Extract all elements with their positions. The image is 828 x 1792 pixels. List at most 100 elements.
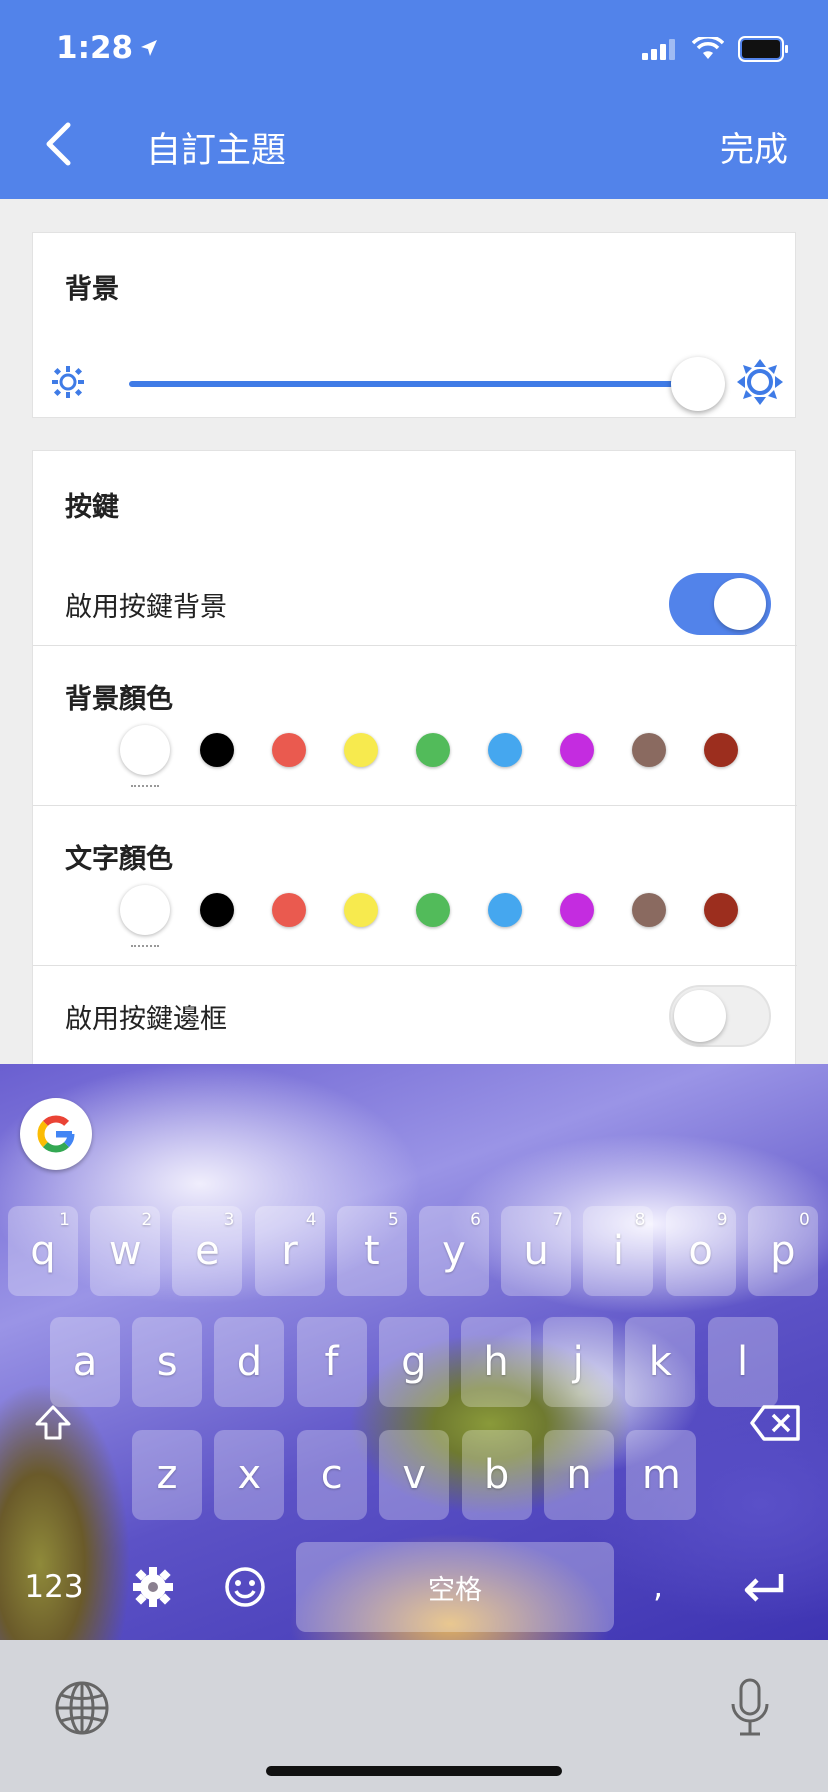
- toggle-knob: [714, 578, 766, 630]
- key-n[interactable]: n: [544, 1430, 614, 1520]
- enable-key-border-row[interactable]: 啟用按鍵邊框: [33, 965, 797, 1065]
- key-b[interactable]: b: [461, 1430, 532, 1520]
- key-label: j: [572, 1339, 584, 1385]
- color-swatch[interactable]: [632, 733, 666, 767]
- key-j[interactable]: j: [543, 1317, 614, 1407]
- key-hint: 7: [552, 1210, 564, 1230]
- slider-track[interactable]: [129, 381, 709, 387]
- keyboard-preview: 123 空格 , q1w2e3r4t5y6u7i8o9p0asdfghjklzx…: [0, 1064, 828, 1640]
- brightness-slider[interactable]: [51, 353, 783, 413]
- chevron-left-icon: [46, 122, 71, 166]
- color-swatch[interactable]: [560, 733, 594, 767]
- key-h[interactable]: h: [461, 1317, 531, 1407]
- key-f[interactable]: f: [296, 1317, 367, 1407]
- key-w[interactable]: w2: [90, 1206, 161, 1296]
- color-swatch[interactable]: [560, 893, 594, 927]
- color-swatch[interactable]: [416, 733, 450, 767]
- keys-card: 按鍵 啟用按鍵背景 背景顏色 文字顏色 啟用按鍵邊框: [32, 450, 797, 1070]
- key-a[interactable]: a: [50, 1317, 120, 1407]
- cellular-signal-icon: [642, 39, 675, 60]
- key-e[interactable]: e3: [172, 1206, 243, 1296]
- key-z[interactable]: z: [132, 1430, 202, 1520]
- microphone-button[interactable]: [730, 1678, 770, 1742]
- key-q[interactable]: q1: [8, 1206, 78, 1296]
- color-swatch[interactable]: [632, 893, 666, 927]
- globe-button[interactable]: [54, 1680, 110, 1740]
- key-d[interactable]: d: [214, 1317, 285, 1407]
- key-label: s: [156, 1339, 178, 1385]
- color-swatch[interactable]: [120, 725, 170, 775]
- comma-key[interactable]: ,: [626, 1542, 690, 1632]
- color-swatch[interactable]: [272, 893, 306, 927]
- color-swatch[interactable]: [416, 893, 450, 927]
- key-g[interactable]: g: [378, 1317, 449, 1407]
- key-hint: 2: [141, 1210, 153, 1230]
- key-label: x: [237, 1452, 262, 1498]
- enable-key-background-row[interactable]: 啟用按鍵背景: [33, 561, 797, 645]
- keys-section-title: 按鍵: [65, 492, 119, 523]
- key-label: l: [737, 1339, 749, 1385]
- google-g-button[interactable]: [20, 1098, 92, 1170]
- key-p[interactable]: p0: [747, 1206, 818, 1296]
- key-m[interactable]: m: [626, 1430, 697, 1520]
- key-o[interactable]: o9: [665, 1206, 736, 1296]
- color-swatch[interactable]: [488, 893, 522, 927]
- key-k[interactable]: k: [625, 1317, 696, 1407]
- selected-indicator: [131, 945, 159, 947]
- key-y[interactable]: y6: [419, 1206, 489, 1296]
- key-t[interactable]: t5: [336, 1206, 407, 1296]
- color-swatch[interactable]: [488, 733, 522, 767]
- key-label: z: [156, 1452, 178, 1498]
- color-swatch[interactable]: [344, 893, 378, 927]
- smiley-icon: [225, 1567, 265, 1607]
- key-u[interactable]: u7: [501, 1206, 572, 1296]
- key-label: t: [363, 1228, 380, 1274]
- key-x[interactable]: x: [214, 1430, 285, 1520]
- key-background-color-row: 背景顏色: [33, 645, 797, 805]
- slider-thumb[interactable]: [671, 357, 725, 411]
- color-swatch[interactable]: [344, 733, 378, 767]
- globe-icon: [55, 1681, 109, 1735]
- return-arrow-icon: [744, 1574, 784, 1602]
- enable-key-background-toggle[interactable]: [669, 573, 771, 635]
- backspace-icon: [750, 1405, 800, 1441]
- text-color-row: 文字顏色: [33, 805, 797, 965]
- key-hint: 4: [305, 1210, 317, 1230]
- space-key[interactable]: 空格: [296, 1542, 614, 1632]
- key-label: r: [281, 1228, 298, 1274]
- key-label: e: [195, 1228, 220, 1274]
- space-label: 空格: [428, 1574, 482, 1606]
- key-label: u: [523, 1228, 549, 1274]
- text-color-label: 文字顏色: [65, 844, 173, 875]
- done-button[interactable]: 完成: [720, 122, 788, 171]
- key-c[interactable]: c: [296, 1430, 367, 1520]
- key-hint: 1: [59, 1210, 70, 1230]
- home-indicator: [266, 1766, 562, 1776]
- emoji-key[interactable]: [200, 1542, 290, 1632]
- color-swatch[interactable]: [704, 893, 738, 927]
- key-r[interactable]: r4: [254, 1206, 325, 1296]
- back-button[interactable]: [36, 118, 80, 170]
- wifi-icon: [692, 37, 724, 59]
- color-swatch[interactable]: [272, 733, 306, 767]
- enable-key-background-label: 啟用按鍵背景: [65, 592, 227, 623]
- key-i[interactable]: i8: [583, 1206, 654, 1296]
- color-swatch[interactable]: [704, 733, 738, 767]
- color-swatch[interactable]: [200, 733, 234, 767]
- return-key[interactable]: [718, 1542, 808, 1632]
- enable-key-border-toggle[interactable]: [669, 985, 771, 1047]
- key-v[interactable]: v: [379, 1430, 450, 1520]
- selected-indicator: [131, 785, 159, 787]
- color-swatch[interactable]: [120, 885, 170, 935]
- status-time-text: 1:28: [56, 30, 134, 66]
- settings-key[interactable]: [108, 1542, 198, 1632]
- key-s[interactable]: s: [132, 1317, 203, 1407]
- page-title: 自訂主題: [146, 131, 287, 171]
- key-label: q: [30, 1228, 56, 1274]
- color-swatch[interactable]: [200, 893, 234, 927]
- microphone-icon: [731, 1678, 769, 1736]
- brightness-low-icon: [52, 366, 84, 398]
- key-l[interactable]: l: [707, 1317, 778, 1407]
- numbers-key[interactable]: 123: [14, 1542, 94, 1632]
- key-label: a: [72, 1339, 98, 1385]
